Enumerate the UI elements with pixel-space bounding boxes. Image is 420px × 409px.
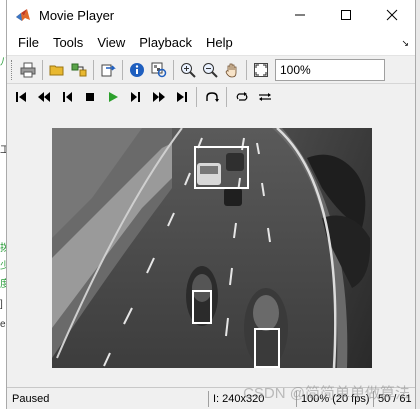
detection-box — [254, 328, 280, 368]
window-title: Movie Player — [39, 7, 115, 23]
jump-to-button[interactable] — [200, 86, 223, 108]
bg-glyph: e — [0, 319, 6, 330]
forward-backward-button[interactable] — [253, 86, 276, 108]
zoom-out-button[interactable] — [199, 59, 221, 81]
fast-forward-icon — [152, 92, 165, 102]
title-bar[interactable]: Movie Player — [7, 0, 415, 30]
pixel-region-button[interactable] — [148, 59, 170, 81]
watermark-text: CSDN @简简单单做算法 — [243, 385, 410, 402]
detection-box — [194, 146, 249, 189]
main-toolbar: 100% — [7, 56, 415, 84]
menu-playback[interactable]: Playback — [132, 30, 199, 56]
minimize-button[interactable] — [277, 0, 323, 30]
toolbar-separator — [93, 59, 94, 80]
step-forward-icon — [130, 92, 140, 102]
maximize-button[interactable] — [323, 0, 369, 30]
step-forward-button[interactable] — [124, 86, 147, 108]
go-to-last-button[interactable] — [170, 86, 193, 108]
forward-backward-icon — [258, 93, 271, 101]
stop-button[interactable] — [78, 86, 101, 108]
play-button[interactable] — [101, 86, 124, 108]
print-button[interactable] — [17, 59, 39, 81]
pan-hand-icon — [225, 63, 237, 77]
toolbar-separator — [42, 59, 43, 80]
export-icon — [101, 64, 116, 76]
toolbar-grip[interactable] — [11, 59, 14, 80]
toolbar-separator — [226, 87, 227, 107]
skip-to-start-icon — [15, 92, 26, 102]
menu-file[interactable]: File — [11, 30, 46, 56]
menu-bar: File Tools View Playback Help ↘ — [7, 30, 415, 56]
menubar-dock-arrow-icon[interactable]: ↘ — [401, 38, 409, 49]
print-icon — [20, 62, 36, 77]
export-button[interactable] — [97, 59, 119, 81]
close-button[interactable] — [369, 0, 415, 30]
repeat-icon — [236, 92, 247, 101]
simulink-signal-icon — [71, 63, 87, 76]
step-back-icon — [62, 92, 72, 102]
maximize-icon — [341, 10, 351, 20]
rewind-icon — [37, 92, 50, 102]
background-edge-right — [416, 0, 420, 409]
rewind-button[interactable] — [32, 86, 55, 108]
zoom-in-button[interactable] — [177, 59, 199, 81]
menu-tools[interactable]: Tools — [46, 30, 90, 56]
folder-open-icon — [49, 65, 64, 75]
fast-forward-button[interactable] — [147, 86, 170, 108]
open-file-button[interactable] — [46, 59, 68, 81]
status-divider — [208, 391, 209, 407]
play-icon — [108, 92, 118, 102]
zoom-out-icon — [203, 62, 218, 78]
toolbar-separator — [196, 87, 197, 107]
step-back-button[interactable] — [55, 86, 78, 108]
playback-status: Paused — [12, 393, 50, 405]
stop-icon — [85, 93, 94, 101]
repeat-button[interactable] — [230, 86, 253, 108]
matlab-logo-icon — [15, 7, 31, 23]
toolbar-separator — [122, 59, 123, 80]
detection-box — [192, 290, 212, 324]
go-to-first-button[interactable] — [9, 86, 32, 108]
connect-simulink-button[interactable] — [68, 59, 90, 81]
zoom-level-field[interactable]: 100% — [275, 58, 385, 81]
toolbar-separator — [173, 59, 174, 80]
fit-to-window-button[interactable] — [250, 59, 272, 81]
minimize-icon — [295, 14, 305, 16]
zoom-in-icon — [181, 62, 196, 78]
toolbar-separator — [246, 59, 247, 80]
info-icon — [130, 62, 144, 77]
video-frame[interactable] — [52, 128, 372, 368]
playback-toolbar — [7, 84, 415, 110]
bg-glyph: ] — [0, 299, 3, 310]
pan-button[interactable] — [221, 59, 243, 81]
menu-view[interactable]: View — [90, 30, 132, 56]
jump-to-icon — [205, 92, 219, 102]
video-viewport[interactable] — [7, 112, 415, 387]
pixel-region-icon — [151, 62, 167, 77]
close-icon — [386, 9, 398, 21]
fit-to-window-icon — [254, 62, 268, 77]
skip-to-end-icon — [176, 92, 187, 102]
video-info-button[interactable] — [126, 59, 148, 81]
menu-help[interactable]: Help — [199, 30, 240, 56]
movie-player-window: Movie Player File Tools View Playback He… — [6, 0, 416, 409]
